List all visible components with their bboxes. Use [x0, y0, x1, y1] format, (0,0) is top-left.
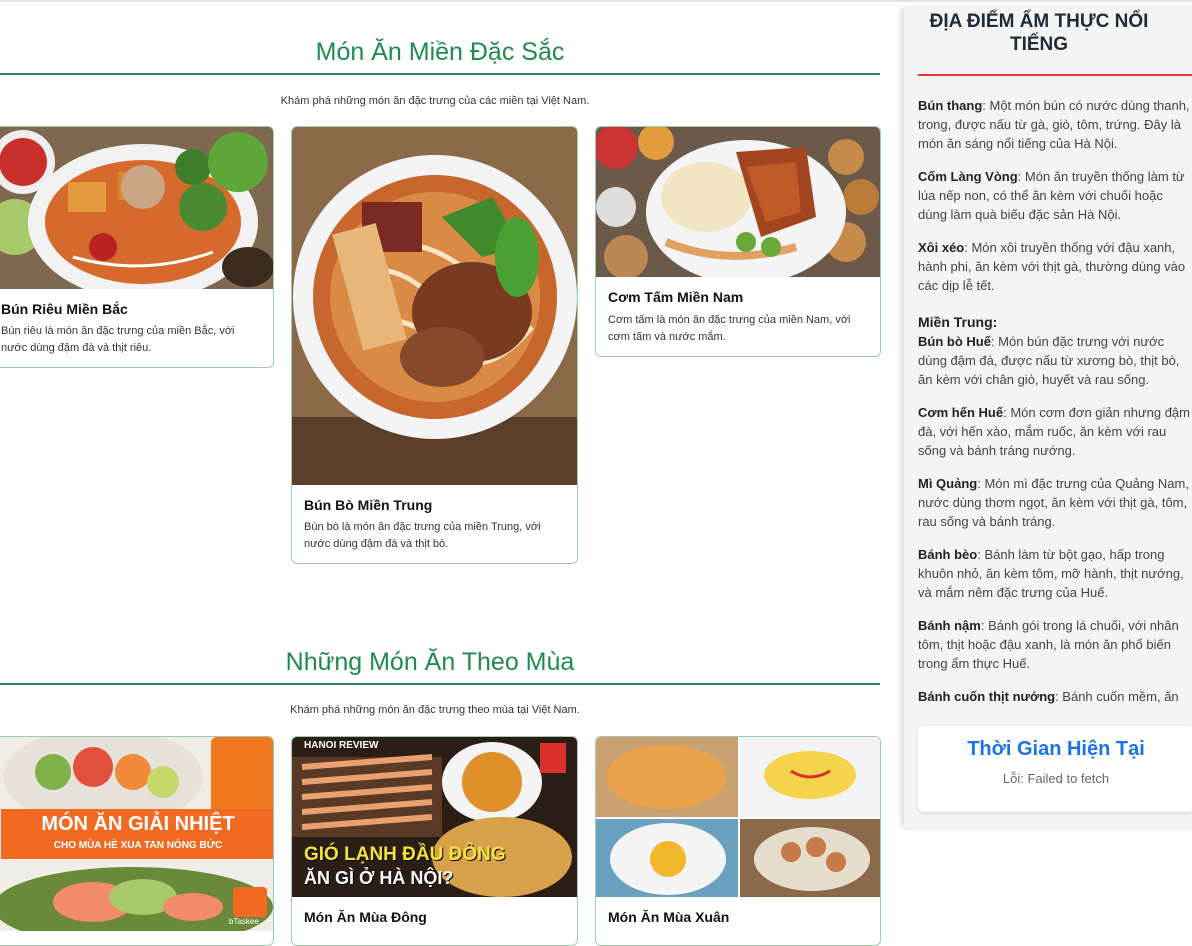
winter-banner-subtitle: ĂN GÌ Ở HÀ NỘI? [304, 868, 454, 888]
place-item: Mì Quảng: Món mì đặc trưng của Quảng Nam… [918, 476, 1189, 529]
regional-section-subtitle: Khám phá những món ăn đặc trưng của các … [280, 95, 590, 107]
regional-section-rule [0, 73, 880, 75]
summer-banner-title: MÓN ĂN GIẢI NHIỆT [41, 813, 235, 835]
seasonal-card-summer[interactable]: MÓN ĂN GIẢI NHIỆT CHO MÙA HÈ XUA TAN NÓN… [0, 736, 274, 946]
sidebar-title: ĐỊA ĐIỂM ẨM THỰC NỔI TIẾNG [904, 8, 1192, 76]
famous-places-sidebar: ĐỊA ĐIỂM ẨM THỰC NỔI TIẾNG Bún thang: Mộ… [904, 8, 1192, 828]
regional-section-title: Món Ăn Miền Đặc Sắc [315, 38, 565, 66]
current-time-title: Thời Gian Hiện Tại [967, 738, 1145, 760]
place-item: Cốm Làng Vòng: Món ăn truyền thống làm t… [918, 169, 1185, 222]
winter-banner-title: GIÓ LẠNH ĐẦU ĐÔNG [304, 844, 506, 865]
card-description: Bún bò là món ăn đặc trưng của miền Trun… [304, 521, 541, 550]
sidebar-clipped-line [918, 76, 1192, 96]
place-item: Cơm hến Huế: Món cơm đơn giản nhưng đậm … [918, 405, 1190, 458]
sidebar-title-underline [918, 74, 1192, 76]
bun-bo-image [292, 127, 577, 485]
place-item: Bánh cuốn thịt nướng: Bánh cuốn mềm, ăn … [918, 689, 1179, 710]
food-card-bun-rieu[interactable]: Bún Riêu Miền Bắc Bún riêu là món ăn đặc… [0, 126, 274, 368]
seasonal-section-rule [0, 683, 880, 685]
seasonal-card-spring[interactable]: Món Ăn Mùa Xuân [595, 736, 881, 946]
place-item: Bánh bèo: Bánh làm từ bột gạo, hấp trong… [918, 547, 1184, 600]
place-item: Xôi xéo: Món xôi truyền thống với đậu xa… [918, 240, 1186, 293]
com-tam-image [596, 127, 880, 277]
place-item: Bún bò Huế: Món bún đặc trưng với nước d… [918, 334, 1180, 387]
hanoi-review-logo: HANOI REVIEW [304, 740, 379, 751]
card-title: Món Ăn Mùa Xuân [608, 909, 730, 925]
card-title: Món Ăn Mùa Đông [304, 909, 427, 925]
card-description: Cơm tấm là món ăn đặc trưng của miền Nam… [608, 314, 851, 343]
food-card-bun-bo[interactable]: Bún Bò Miền Trung Bún bò là món ăn đặc t… [291, 126, 578, 564]
bun-rieu-image [0, 127, 273, 289]
spring-food-image [596, 737, 880, 897]
card-title: Bún Bò Miền Trung [304, 497, 433, 513]
current-time-widget: Thời Gian Hiện Tại Lỗi: Failed to fetch [918, 726, 1192, 812]
current-time-error: Lỗi: Failed to fetch [1002, 771, 1110, 786]
card-description: Bún riêu là món ăn đặc trưng của miền Bắ… [1, 325, 235, 354]
summer-food-image: MÓN ĂN GIẢI NHIỆT CHO MÙA HÈ XUA TAN NÓN… [0, 737, 273, 931]
winter-food-image: HANOI REVIEW GIÓ LẠNH ĐẦU ĐÔNG ĂN GÌ Ở H… [292, 737, 577, 897]
btaskee-logo: bTaskee [229, 917, 259, 926]
sidebar-scroll-area[interactable]: Bún thang: Một món bún có nước dùng than… [918, 76, 1192, 710]
top-divider [0, 0, 1192, 2]
food-card-com-tam[interactable]: Cơm Tấm Miền Nam Cơm tấm là món ăn đặc t… [595, 126, 881, 357]
card-title: Cơm Tấm Miền Nam [608, 289, 744, 305]
seasonal-section-title: Những Món Ăn Theo Mùa [285, 648, 575, 676]
place-item: Bánh nậm: Bánh gói trong lá chuối, với n… [918, 618, 1179, 671]
card-title: Bún Riêu Miền Bắc [1, 301, 128, 317]
seasonal-section-subtitle: Khám phá những món ăn đặc trưng theo mùa… [290, 704, 580, 716]
region-heading-central: Miền Trung: [918, 314, 998, 330]
summer-banner-subtitle: CHO MÙA HÈ XUA TAN NÓNG BỨC [53, 840, 223, 851]
seasonal-card-winter[interactable]: HANOI REVIEW GIÓ LẠNH ĐẦU ĐÔNG ĂN GÌ Ở H… [291, 736, 578, 946]
place-item: Bún thang: Một món bún có nước dùng than… [918, 98, 1190, 151]
